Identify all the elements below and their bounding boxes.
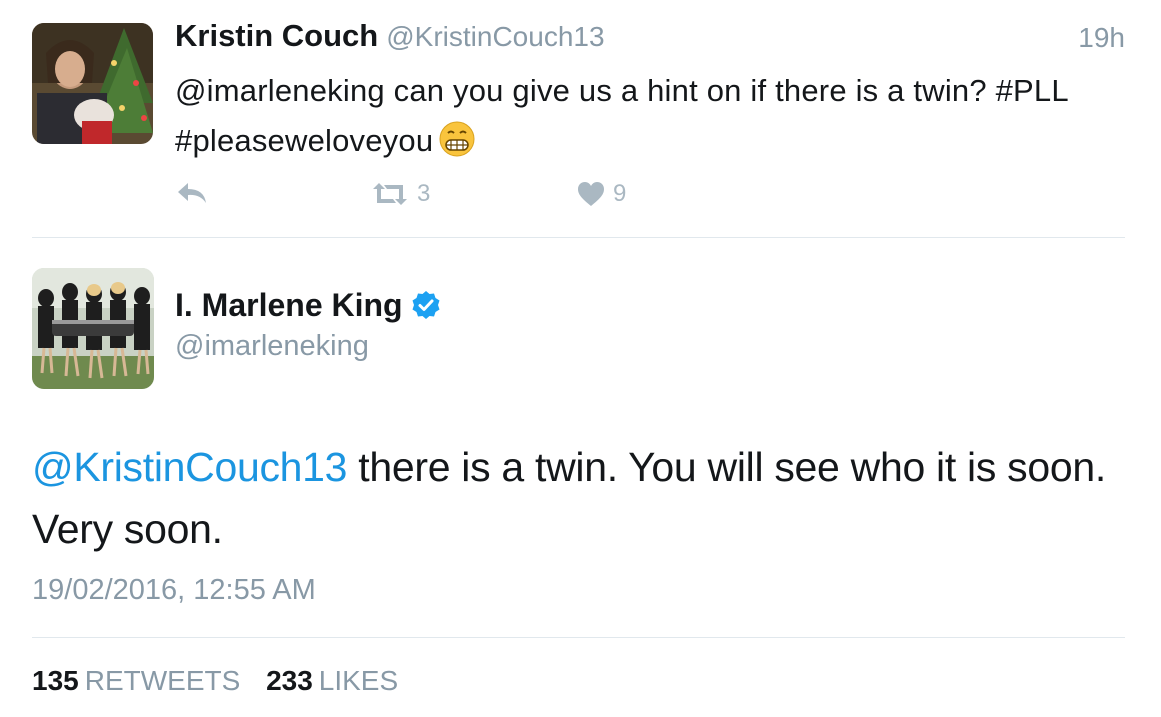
likes-count: 233 [266, 665, 313, 696]
heart-icon [578, 182, 604, 206]
reply-text-body: @imarleneking can you give us a hint on … [175, 73, 1068, 158]
reply-button[interactable] [176, 180, 208, 206]
mention-link[interactable]: @KristinCouch13 [32, 444, 347, 490]
main-display-name[interactable]: I. Marlene King [175, 287, 403, 323]
like-count: 9 [613, 180, 627, 207]
reply-display-name[interactable]: Kristin Couch [175, 18, 378, 53]
retweets-stat[interactable]: 135 RETWEETS [32, 665, 240, 696]
verified-badge-icon [411, 290, 441, 320]
likes-label: LIKES [318, 665, 399, 696]
tweet-divider [32, 237, 1125, 238]
retweets-label: RETWEETS [84, 665, 241, 696]
retweets-count: 135 [32, 665, 79, 696]
reply-tweet-header: Kristin Couch @KristinCouch13 [175, 18, 605, 54]
grimacing-face-icon [439, 121, 475, 157]
main-tweet-text: @KristinCouch13 there is a twin. You wil… [32, 436, 1122, 560]
marlene-king-avatar[interactable] [32, 268, 154, 389]
reply-arrow-icon [178, 183, 206, 203]
retweet-count: 3 [417, 180, 431, 207]
tweet-stats: 135 RETWEETS 233 LIKES [32, 665, 398, 697]
retweet-button[interactable]: 3 [371, 180, 430, 208]
tweet-timestamp[interactable]: 19/02/2016, 12:55 AM [32, 574, 316, 607]
reply-tweet-text: @imarleneking can you give us a hint on … [175, 66, 1135, 166]
reply-time-ago[interactable]: 19h [1078, 22, 1125, 54]
reply-handle[interactable]: @KristinCouch13 [386, 21, 604, 52]
main-tweet-header: I. Marlene King [175, 287, 441, 324]
retweet-icon [373, 183, 407, 205]
kristin-couch-avatar[interactable] [32, 23, 153, 144]
main-handle[interactable]: @imarleneking [175, 330, 369, 363]
likes-stat[interactable]: 233 LIKES [266, 665, 398, 696]
stats-divider [32, 637, 1125, 638]
like-button[interactable]: 9 [577, 180, 626, 208]
